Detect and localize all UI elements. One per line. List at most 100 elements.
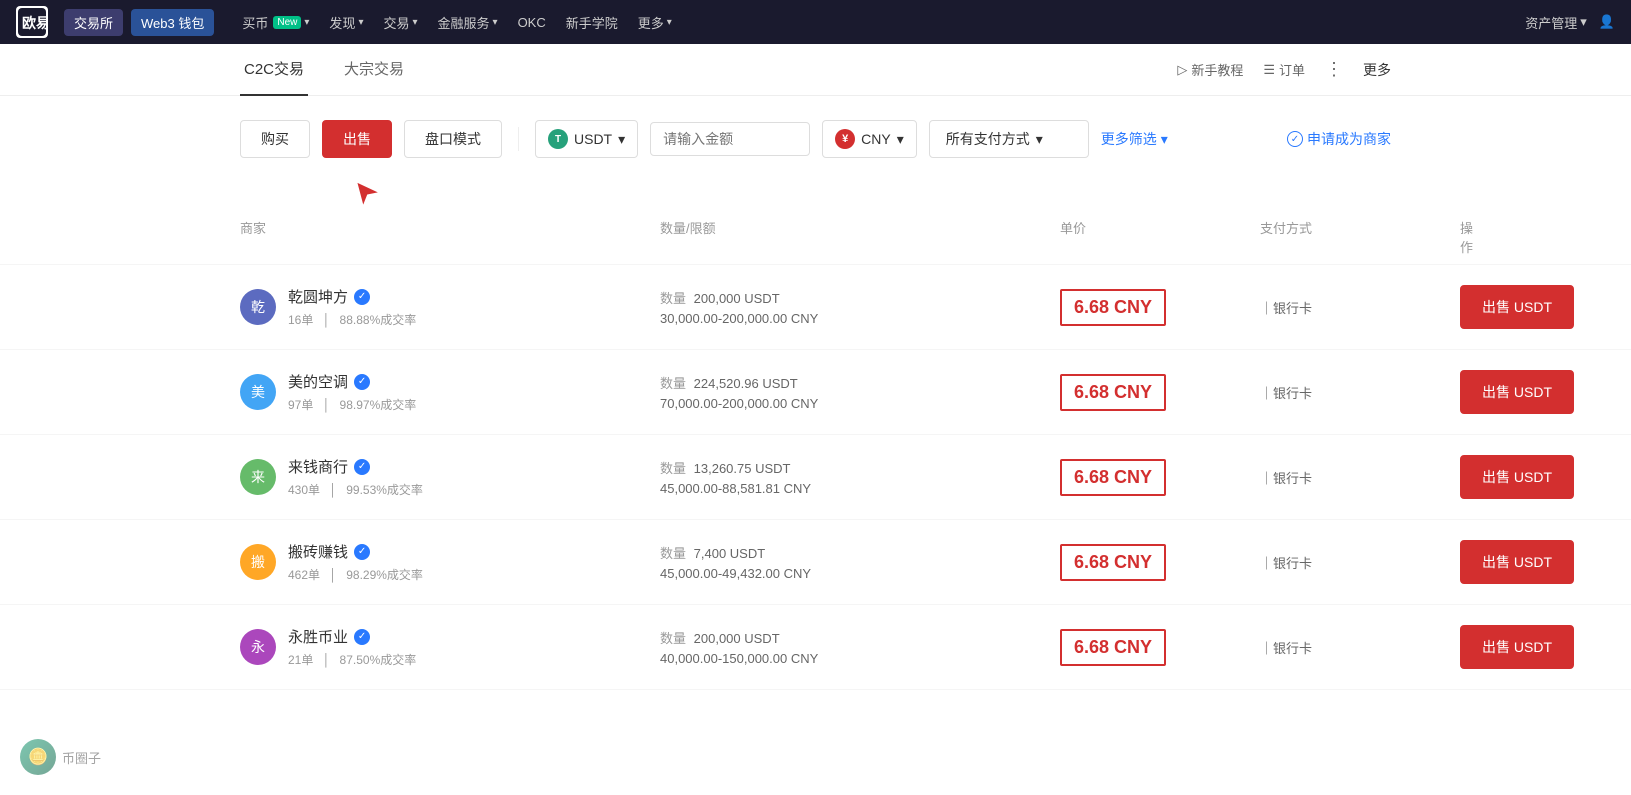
merchant-info-1: 美的空调 ✓ 97单 │ 98.97%成交率: [288, 371, 416, 413]
subtab-more-label[interactable]: 更多: [1363, 60, 1391, 80]
sell-btn[interactable]: 出售: [322, 120, 392, 158]
amount-qty-1: 数量 224,520.96 USDT: [660, 373, 1060, 392]
sell-usdt-btn-3[interactable]: 出售 USDT: [1460, 540, 1574, 584]
discover-link[interactable]: 发现 ▾: [321, 9, 371, 36]
sell-usdt-btn-4[interactable]: 出售 USDT: [1460, 625, 1574, 669]
assets-management-btn[interactable]: 资产管理 ▾: [1525, 13, 1587, 32]
payment-chevron: ▾: [1036, 131, 1043, 148]
usdt-icon: T: [548, 129, 568, 149]
web3-btn[interactable]: Web3 钱包: [131, 9, 214, 36]
payment-cell-0: ｜银行卡: [1260, 298, 1460, 317]
table-row: 美 美的空调 ✓ 97单 │ 98.97%成交率 数量: [0, 350, 1631, 435]
payment-cell-3: ｜银行卡: [1260, 553, 1460, 572]
more-filter-btn[interactable]: 更多筛选 ▾: [1101, 129, 1168, 149]
okc-link[interactable]: OKC: [510, 11, 554, 34]
tutorial-link[interactable]: ▷ 新手教程: [1177, 60, 1243, 79]
new-badge: New: [273, 16, 301, 29]
merchant-name-1[interactable]: 美的空调 ✓: [288, 371, 416, 392]
buy-coin-link[interactable]: 买币 New ▾: [234, 9, 317, 36]
finance-chevron: ▾: [493, 17, 498, 28]
merchant-stats-0: 16单 │ 88.88%成交率: [288, 311, 416, 328]
trade-chevron: ▾: [412, 17, 417, 28]
merchant-info-3: 搬砖赚钱 ✓ 462单 │ 98.29%成交率: [288, 541, 423, 583]
payment-cell-2: ｜银行卡: [1260, 468, 1460, 487]
sell-usdt-btn-1[interactable]: 出售 USDT: [1460, 370, 1574, 414]
subtab-actions: ▷ 新手教程 ☰ 订单 ⋮ 更多: [1177, 59, 1391, 80]
payment-cell-4: ｜银行卡: [1260, 638, 1460, 657]
merchant-info-0: 乾圆坤方 ✓ 16单 │ 88.88%成交率: [288, 286, 416, 328]
action-cell-1: 出售 USDT: [1460, 370, 1574, 414]
amount-qty-4: 数量 200,000 USDT: [660, 628, 1060, 647]
watermark-icon: 🪙: [20, 739, 56, 775]
logo[interactable]: 欧易: [16, 6, 48, 38]
buy-btn[interactable]: 购买: [240, 120, 310, 158]
nav-right-actions: 资产管理 ▾ 👤: [1525, 13, 1615, 32]
merchant-cell-3: 搬 搬砖赚钱 ✓ 462单 │ 98.29%成交率: [240, 541, 660, 583]
more-link[interactable]: 更多 ▾: [630, 9, 680, 36]
top-navigation: 欧易 交易所 Web3 钱包 买币 New ▾ 发现 ▾ 交易 ▾ 金融服务 ▾…: [0, 0, 1631, 44]
trade-link[interactable]: 交易 ▾: [375, 9, 425, 36]
merchant-name-4[interactable]: 永胜币业 ✓: [288, 626, 416, 647]
assets-chevron: ▾: [1580, 14, 1587, 30]
price-value-3: 6.68 CNY: [1060, 544, 1166, 581]
table-row: 永 永胜币业 ✓ 21单 │ 87.50%成交率 数量: [0, 605, 1631, 690]
beginner-link[interactable]: 新手学院: [558, 9, 626, 36]
tab-bulk[interactable]: 大宗交易: [340, 44, 408, 96]
merchant-avatar-2: 来: [240, 459, 276, 495]
table-header: 商家 数量/限额 单价 支付方式 操作: [0, 210, 1631, 265]
merchant-stats-3: 462单 │ 98.29%成交率: [288, 566, 423, 583]
merchant-name-3[interactable]: 搬砖赚钱 ✓: [288, 541, 423, 562]
amount-info-4: 数量 200,000 USDT 40,000.00-150,000.00 CNY: [660, 628, 1060, 666]
table-row: 乾 乾圆坤方 ✓ 16单 │ 88.88%成交率 数量: [0, 265, 1631, 350]
merchant-avatar-4: 永: [240, 629, 276, 665]
watermark-text: 币圈子: [62, 748, 101, 767]
currency-selector[interactable]: ¥ CNY ▾: [822, 120, 917, 158]
subtab-more-btn[interactable]: ⋮: [1325, 59, 1343, 80]
verified-badge-3: ✓: [354, 544, 370, 560]
amount-input[interactable]: [650, 122, 810, 156]
merchant-info-2: 来钱商行 ✓ 430单 │ 99.53%成交率: [288, 456, 423, 498]
tab-c2c[interactable]: C2C交易: [240, 44, 308, 96]
user-icon[interactable]: 👤: [1599, 14, 1615, 30]
verified-badge-0: ✓: [354, 289, 370, 305]
amount-info-0: 数量 200,000 USDT 30,000.00-200,000.00 CNY: [660, 288, 1060, 326]
merchant-name-0[interactable]: 乾圆坤方 ✓: [288, 286, 416, 307]
col-header-price: 单价: [1060, 218, 1260, 256]
merchant-table: 乾 乾圆坤方 ✓ 16单 │ 88.88%成交率 数量: [0, 265, 1631, 690]
action-cell-2: 出售 USDT: [1460, 455, 1574, 499]
apply-icon: ✓: [1287, 131, 1303, 147]
merchant-info-4: 永胜币业 ✓ 21单 │ 87.50%成交率: [288, 626, 416, 668]
amount-info-3: 数量 7,400 USDT 45,000.00-49,432.00 CNY: [660, 543, 1060, 581]
orders-link[interactable]: ☰ 订单: [1263, 60, 1305, 79]
finance-link[interactable]: 金融服务 ▾: [430, 9, 506, 36]
price-value-0: 6.68 CNY: [1060, 289, 1166, 326]
discover-chevron: ▾: [358, 17, 363, 28]
amount-qty-0: 数量 200,000 USDT: [660, 288, 1060, 307]
merchant-cell-0: 乾 乾圆坤方 ✓ 16单 │ 88.88%成交率: [240, 286, 660, 328]
action-cell-3: 出售 USDT: [1460, 540, 1574, 584]
price-cell-2: 6.68 CNY: [1060, 459, 1260, 496]
apply-merchant-link[interactable]: ✓ 申请成为商家: [1287, 129, 1391, 149]
price-cell-1: 6.68 CNY: [1060, 374, 1260, 411]
merchant-name-2[interactable]: 来钱商行 ✓: [288, 456, 423, 477]
amount-cell-3: 数量 7,400 USDT 45,000.00-49,432.00 CNY: [660, 543, 1060, 581]
nav-links: 买币 New ▾ 发现 ▾ 交易 ▾ 金融服务 ▾ OKC 新手学院 更多 ▾: [234, 9, 1517, 36]
verified-badge-2: ✓: [354, 459, 370, 475]
table-row: 搬 搬砖赚钱 ✓ 462单 │ 98.29%成交率 数量: [0, 520, 1631, 605]
price-value-2: 6.68 CNY: [1060, 459, 1166, 496]
grid-mode-btn[interactable]: 盘口模式: [404, 120, 502, 158]
verified-badge-4: ✓: [354, 629, 370, 645]
more-chevron: ▾: [667, 17, 672, 28]
sell-usdt-btn-2[interactable]: 出售 USDT: [1460, 455, 1574, 499]
exchange-btn[interactable]: 交易所: [64, 9, 123, 36]
payment-selector[interactable]: 所有支付方式 ▾: [929, 120, 1089, 158]
amount-range-2: 45,000.00-88,581.81 CNY: [660, 481, 1060, 496]
coin-selector[interactable]: T USDT ▾: [535, 120, 638, 158]
amount-cell-2: 数量 13,260.75 USDT 45,000.00-88,581.81 CN…: [660, 458, 1060, 496]
price-cell-4: 6.68 CNY: [1060, 629, 1260, 666]
merchant-cell-2: 来 来钱商行 ✓ 430单 │ 99.53%成交率: [240, 456, 660, 498]
price-cell-0: 6.68 CNY: [1060, 289, 1260, 326]
sell-usdt-btn-0[interactable]: 出售 USDT: [1460, 285, 1574, 329]
price-value-1: 6.68 CNY: [1060, 374, 1166, 411]
watermark: 🪙 币圈子: [20, 739, 101, 775]
